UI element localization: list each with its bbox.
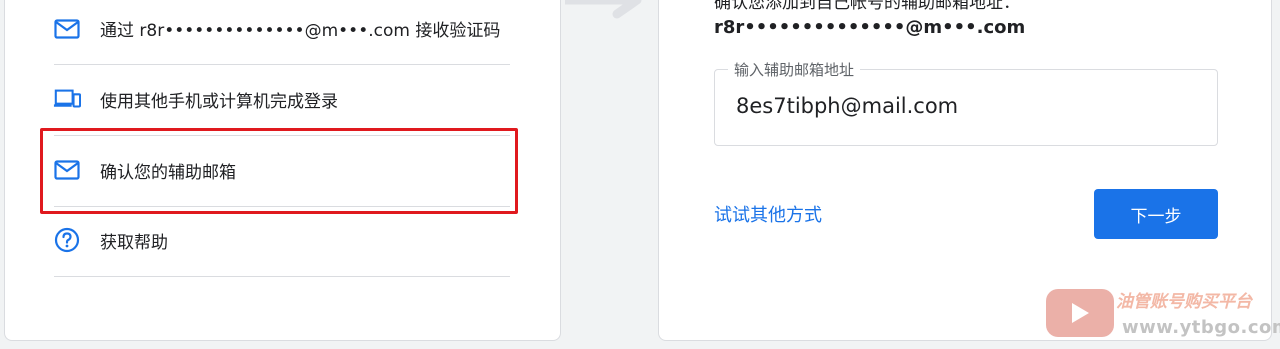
try-another-way-link[interactable]: 试试其他方式 bbox=[714, 201, 822, 227]
watermark-url: www.ytbgo.com bbox=[1122, 317, 1280, 338]
option-label: 使用其他手机或计算机完成登录 bbox=[100, 91, 338, 112]
arrow-right-icon bbox=[565, 0, 642, 19]
option-get-help[interactable]: 获取帮助 bbox=[50, 205, 510, 275]
recovery-email-value[interactable]: 8es7tibph@mail.com bbox=[736, 94, 958, 118]
next-button[interactable]: 下一步 bbox=[1094, 189, 1218, 239]
field-label: 输入辅助邮箱地址 bbox=[728, 59, 861, 80]
option-label: 获取帮助 bbox=[100, 232, 168, 253]
option-label: 通过 r8r••••••••••••••@m•••.com 接收验证码 bbox=[100, 21, 501, 41]
highlight-box bbox=[40, 128, 518, 214]
watermark-title: 油管账号购买平台 bbox=[1116, 292, 1252, 312]
devices-icon bbox=[53, 85, 81, 113]
watermark-play-logo bbox=[1046, 289, 1114, 337]
mail-icon bbox=[53, 15, 81, 43]
option-receive-code-email[interactable]: 通过 r8r••••••••••••••@m•••.com 接收验证码 bbox=[50, 0, 510, 57]
instruction-text: 确认您添加到自己帐号的辅助邮箱地址： bbox=[714, 0, 1020, 13]
help-circle-icon bbox=[53, 226, 81, 254]
divider bbox=[54, 276, 510, 277]
option-other-device-login[interactable]: 使用其他手机或计算机完成登录 bbox=[50, 64, 510, 134]
next-button-label: 下一步 bbox=[1130, 206, 1182, 227]
masked-email: r8r••••••••••••••@m•••.com bbox=[714, 17, 1026, 38]
